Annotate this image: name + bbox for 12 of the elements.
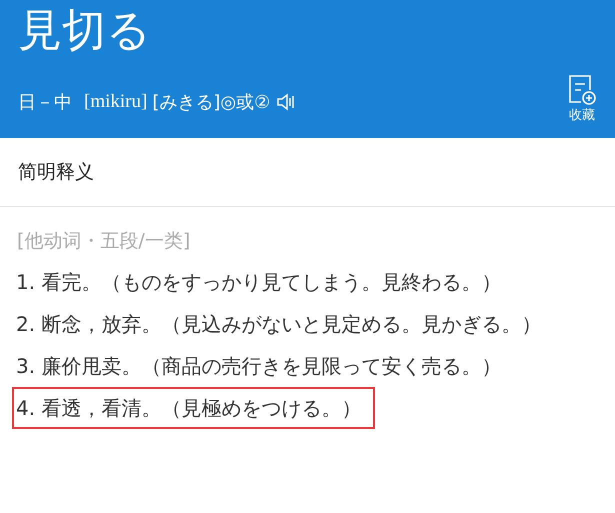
language-direction: 日－中 [18, 91, 72, 114]
definition-text: 3. 廉价甩卖。（商品の売行きを見限って安く売る。） [15, 353, 502, 380]
word-title: 見切る [18, 4, 152, 58]
speaker-icon[interactable] [276, 93, 296, 111]
section-title: 简明释义 [0, 138, 615, 207]
definition-text: 2. 断念，放弃。（見込みがないと見定める。見かぎる。） [15, 311, 542, 338]
definition-text: 4. 看透，看清。（見極めをつける。） [14, 389, 374, 427]
definition-text: 1. 看完。（ものをすっかり見てしまう。見終わる。） [15, 269, 502, 296]
romaji-reading: [mikiru] [84, 91, 148, 113]
kana-reading: [みきる]◎或② [152, 91, 270, 114]
part-of-speech: [他动词・五段/一类] [16, 229, 192, 254]
collect-button[interactable]: 收藏 [567, 74, 597, 124]
